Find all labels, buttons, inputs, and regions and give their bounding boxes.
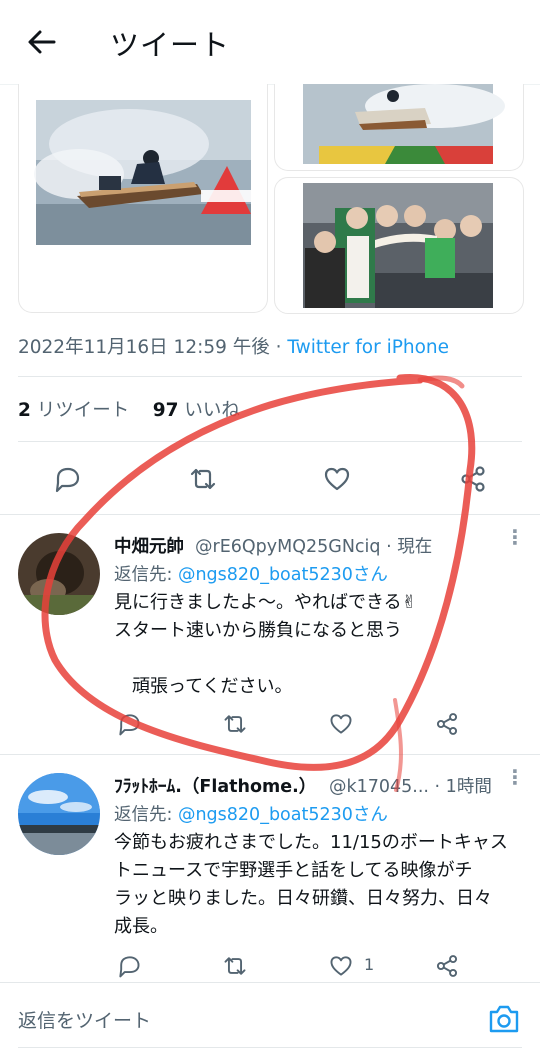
reply-button[interactable] (52, 464, 82, 494)
share-button[interactable] (458, 464, 488, 494)
reply-button[interactable] (116, 953, 142, 979)
reply-to-line: 返信先: @ngs820_boat5230さん (114, 565, 388, 585)
retweet-icon (224, 715, 246, 733)
retweet-icon (190, 468, 216, 490)
retweet-button[interactable] (222, 953, 248, 979)
like-icon (330, 956, 352, 976)
avatar[interactable] (18, 773, 100, 855)
retweet-button[interactable] (188, 464, 218, 494)
retweet-button[interactable] (222, 711, 248, 737)
celebration-photo-image (303, 183, 493, 308)
more-options-icon[interactable]: ⋮ (505, 765, 525, 789)
author-name[interactable]: ﾌﾗｯﾄﾎｰﾑ.（Flathome.） (114, 773, 316, 798)
reply-button[interactable] (116, 711, 142, 737)
tweet-photo-2[interactable] (274, 84, 524, 171)
like-button[interactable] (328, 953, 354, 979)
retweet-icon (224, 957, 246, 975)
arrow-left-icon (28, 30, 56, 54)
reply-tweet[interactable]: ﾌﾗｯﾄﾎｰﾑ.（Flathome.） @k17045... · 1時間 ⋮ 返… (0, 755, 540, 980)
reply-icon (55, 467, 80, 493)
boat-turn-image (303, 84, 505, 164)
tweet-stats: 2 リツイート 97 いいね (18, 396, 240, 422)
back-button[interactable] (26, 24, 58, 60)
camera-button[interactable] (487, 1003, 521, 1035)
timestamp-text: 2022年11月16日 12:59 午後 · (18, 337, 288, 358)
divider (18, 441, 522, 442)
tweet-text: 見に行きましたよ～。やればできる✌ スタート速いから勝負になると思う 頑張ってく… (114, 592, 417, 697)
avatar-image (18, 533, 100, 615)
tweet-timestamp: 2022年11月16日 12:59 午後 · Twitter for iPhon… (18, 333, 449, 359)
reply-icon (119, 956, 140, 978)
mention-link[interactable]: @ngs820_boat5230さん (178, 565, 388, 585)
tweet-source-link[interactable]: Twitter for iPhone (287, 337, 449, 358)
author-handle[interactable]: @k17045... · 1時間 (329, 773, 492, 798)
camera-icon (489, 1005, 519, 1033)
share-button[interactable] (434, 953, 460, 979)
share-button[interactable] (434, 711, 460, 737)
tweet-photo-3[interactable] (274, 177, 524, 314)
share-icon (461, 466, 485, 492)
divider (18, 1047, 522, 1048)
like-icon (330, 714, 352, 734)
tweet-text: 今節もお疲れさまでした。11/15のボートキャス トニュースで宇野選手と話をして… (114, 832, 508, 937)
more-options-icon[interactable]: ⋮ (505, 525, 525, 549)
like-stat[interactable]: 97 いいね (153, 400, 240, 421)
share-icon (436, 713, 458, 735)
reply-to-line: 返信先: @ngs820_boat5230さん (114, 805, 388, 825)
avatar[interactable] (18, 533, 100, 615)
author-name[interactable]: 中畑元帥 (114, 533, 184, 558)
page-title: ツイート (110, 28, 231, 62)
like-button[interactable] (328, 711, 354, 737)
boat-race-image (34, 100, 251, 245)
reply-composer-input[interactable]: 返信をツイート (18, 1006, 151, 1033)
avatar-image (18, 773, 100, 855)
like-icon (324, 467, 350, 491)
tweet-photo-1[interactable] (18, 84, 268, 313)
divider (18, 376, 522, 377)
retweet-stat[interactable]: 2 リツイート (18, 400, 129, 421)
top-bar: ツイート (0, 0, 540, 85)
like-count: 1 (364, 955, 375, 974)
author-handle[interactable]: @rE6QpyMQ25GNciq · 現在 (195, 533, 432, 558)
share-icon (436, 955, 458, 977)
divider (0, 982, 540, 983)
reply-tweet[interactable]: 中畑元帥 @rE6QpyMQ25GNciq · 現在 ⋮ 返信先: @ngs82… (0, 515, 540, 755)
reply-icon (119, 714, 140, 736)
like-button[interactable] (322, 464, 352, 494)
mention-link[interactable]: @ngs820_boat5230さん (178, 805, 388, 825)
